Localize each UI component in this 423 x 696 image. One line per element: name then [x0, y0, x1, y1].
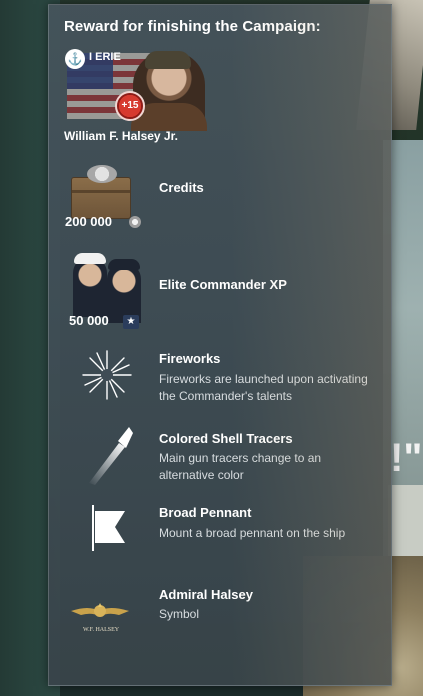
- reward-description: Main gun tracers change to an alternativ…: [159, 451, 322, 482]
- officer-portrait: [107, 263, 141, 323]
- fireworks-icon-wrap: [65, 350, 149, 407]
- nation-icon: ⚓: [65, 49, 85, 69]
- reward-row-fireworks: Fireworks Fireworks are launched upon ac…: [49, 350, 391, 407]
- coin-stack: [87, 165, 117, 183]
- ship-label: I ERIE: [89, 51, 121, 63]
- reward-title: Fireworks: [159, 351, 221, 366]
- reward-row-pennant: Broad Pennant Mount a broad pennant on t…: [49, 505, 391, 555]
- skill-points-badge: +15: [115, 91, 145, 121]
- reward-description: Symbol: [159, 607, 200, 621]
- shell-tracer-icon-wrap: [65, 427, 149, 487]
- officer-portrait: [73, 257, 107, 317]
- background-quote-mark: !": [390, 436, 423, 480]
- officer-cap: [74, 253, 106, 264]
- broad-pennant-icon-wrap: [65, 505, 149, 555]
- reward-description: Fireworks are launched upon activating t…: [159, 372, 368, 403]
- reward-row-credits: 200 000 Credits: [49, 165, 391, 237]
- commander-name: William F. Halsey Jr.: [64, 129, 178, 143]
- reward-row-tracers: Colored Shell Tracers Main gun tracers c…: [49, 427, 391, 487]
- commander-cap: [145, 51, 191, 69]
- officer-cap: [108, 259, 140, 270]
- credits-quantity: 200 000: [65, 214, 112, 229]
- reward-title: Colored Shell Tracers: [159, 431, 293, 446]
- reward-row-symbol: W.F. HALSEY Admiral Halsey Symbol: [49, 583, 391, 647]
- tooltip-title: Reward for finishing the Campaign:: [64, 18, 321, 35]
- elite-xp-star-icon: ★: [123, 315, 139, 329]
- fireworks-icon: [82, 350, 132, 400]
- reward-title: Credits: [159, 180, 204, 195]
- shell-tracer-icon: [89, 427, 133, 485]
- credit-coin-icon: [129, 216, 141, 228]
- reward-title: Admiral Halsey: [159, 587, 253, 602]
- xp-quantity: 50 000: [69, 313, 109, 328]
- reward-description: Mount a broad pennant on the ship: [159, 526, 346, 540]
- credits-icon: 200 000: [65, 165, 149, 235]
- reward-title: Elite Commander XP: [159, 277, 287, 292]
- admiral-halsey-symbol-icon: W.F. HALSEY: [65, 583, 149, 647]
- crate-shape: [71, 177, 131, 219]
- broad-pennant-icon: [92, 505, 125, 551]
- symbol-caption: W.F. HALSEY: [83, 627, 120, 633]
- reward-title: Broad Pennant: [159, 505, 252, 520]
- reward-row-elite-xp: 50 000 ★ Elite Commander XP: [49, 249, 391, 335]
- campaign-reward-tooltip: Reward for finishing the Campaign: ⚓ I E…: [48, 4, 392, 686]
- elite-commander-xp-icon: 50 000 ★: [65, 249, 149, 335]
